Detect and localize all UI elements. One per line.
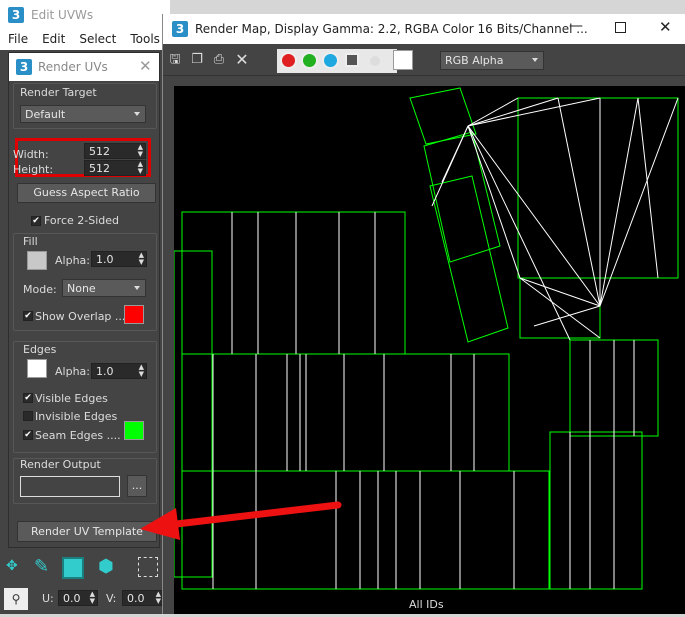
annotation-arrow (140, 501, 342, 540)
annotation-arrow-head (140, 508, 180, 540)
annotation-arrow-shaft (164, 501, 342, 529)
